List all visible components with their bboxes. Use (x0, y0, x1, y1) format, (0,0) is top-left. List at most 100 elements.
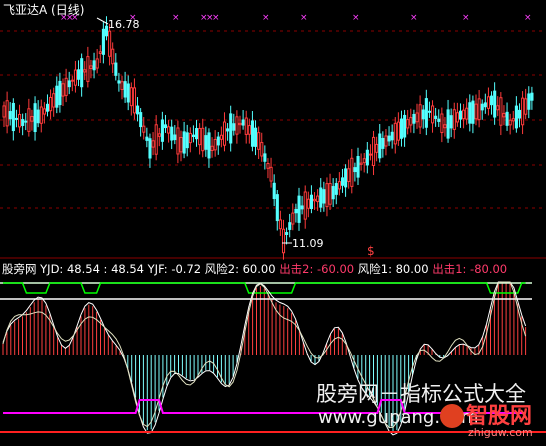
logo-badge (440, 404, 464, 428)
candle-body (89, 65, 93, 69)
candle-body (2, 105, 6, 118)
candle-body (176, 127, 180, 155)
signal-marker: × (262, 13, 270, 23)
candle-body (393, 122, 397, 145)
candle-body (399, 118, 404, 139)
candle-body (337, 181, 341, 190)
candle-body (33, 103, 37, 133)
risk1-label: 风险1: 80.00 (357, 262, 429, 276)
candle-body (508, 119, 512, 126)
candle-body (458, 110, 463, 120)
candle-body (167, 126, 171, 134)
candle-body (238, 122, 242, 126)
candle-body (493, 90, 497, 118)
candle-body (36, 109, 40, 124)
candle-body (465, 107, 469, 120)
candle-body (8, 111, 12, 120)
signal-marker: × (462, 13, 470, 23)
candle-body (396, 121, 400, 141)
chart-title: 飞亚达A (日线) (3, 3, 85, 17)
candle-body (384, 135, 388, 147)
candle-body (527, 93, 531, 110)
candle-body (446, 109, 450, 139)
candle-body (111, 48, 115, 65)
candle-body (45, 103, 50, 112)
candle-body (514, 105, 518, 129)
candle-body (263, 153, 267, 162)
candle-body (70, 79, 74, 82)
candle-body (98, 51, 102, 54)
candle-body (201, 127, 205, 152)
candle-body (182, 131, 186, 154)
candle-body (120, 81, 124, 90)
watermark-logo: 智股网 zhiguw.com (440, 398, 546, 442)
candle-body (502, 112, 506, 118)
candle-body (477, 98, 481, 121)
candle-body (129, 87, 133, 107)
candle-body (440, 113, 444, 134)
candle-body (415, 112, 419, 123)
candle-body (232, 123, 236, 131)
signal-marker: × (172, 13, 180, 23)
candle-body (269, 166, 273, 182)
candle-body (266, 163, 270, 169)
candle-body (49, 96, 53, 112)
high-price-label: 16.78 (108, 18, 140, 31)
candle-body (313, 198, 317, 202)
candle-body (294, 208, 298, 214)
candle-body (449, 115, 453, 129)
signal-marker: × (524, 13, 532, 23)
candle-body (418, 104, 422, 128)
candle-body (73, 69, 78, 86)
candle-body (471, 100, 475, 124)
candle-body (403, 114, 407, 138)
candle-body (443, 124, 447, 129)
candle-body (306, 198, 310, 209)
candle-body (241, 119, 245, 126)
candle-body (316, 195, 320, 203)
candle-body (344, 168, 348, 188)
candle-body (30, 116, 34, 122)
candle-body (170, 126, 174, 141)
candle-body (272, 182, 276, 200)
indicator-name: 股旁网 (2, 262, 37, 276)
candle-body (285, 232, 289, 235)
exit2-label: 出击2: -60.00 (279, 262, 355, 276)
candle-body (219, 134, 223, 140)
candle-body (257, 132, 261, 150)
candle-body (151, 140, 155, 148)
candle-body (334, 183, 338, 195)
candle-body (27, 108, 31, 132)
candle-body (359, 162, 363, 165)
candle-body (350, 157, 354, 187)
candle-body (173, 134, 177, 141)
candle-body (216, 136, 220, 146)
candle-body (132, 87, 137, 114)
candle-body (421, 109, 425, 120)
candle-body (210, 145, 214, 151)
candle-body (142, 125, 146, 133)
candle-body (114, 62, 118, 76)
candle-body (108, 30, 112, 57)
candle-body (247, 125, 251, 135)
candle-body (139, 112, 143, 128)
candle-body (67, 80, 71, 88)
candle-body (250, 120, 255, 147)
candle-body (5, 100, 9, 127)
candle-body (80, 58, 84, 88)
candle-body (39, 106, 43, 124)
chart-canvas[interactable]: ××× × × ××× × × × × × × (0, 0, 546, 442)
exit1-label: 出击1: -80.00 (432, 262, 508, 276)
candle-body (378, 133, 382, 159)
candle-body (319, 187, 323, 208)
candle-body (353, 167, 357, 173)
candle-body (291, 212, 295, 225)
candle-body (462, 109, 466, 120)
candle-body (55, 85, 59, 108)
candle-body (431, 105, 435, 124)
candle-body (244, 117, 248, 135)
candle-body (468, 102, 472, 124)
candle-body (188, 132, 192, 144)
candle-body (163, 124, 168, 129)
candle-body (42, 108, 46, 115)
